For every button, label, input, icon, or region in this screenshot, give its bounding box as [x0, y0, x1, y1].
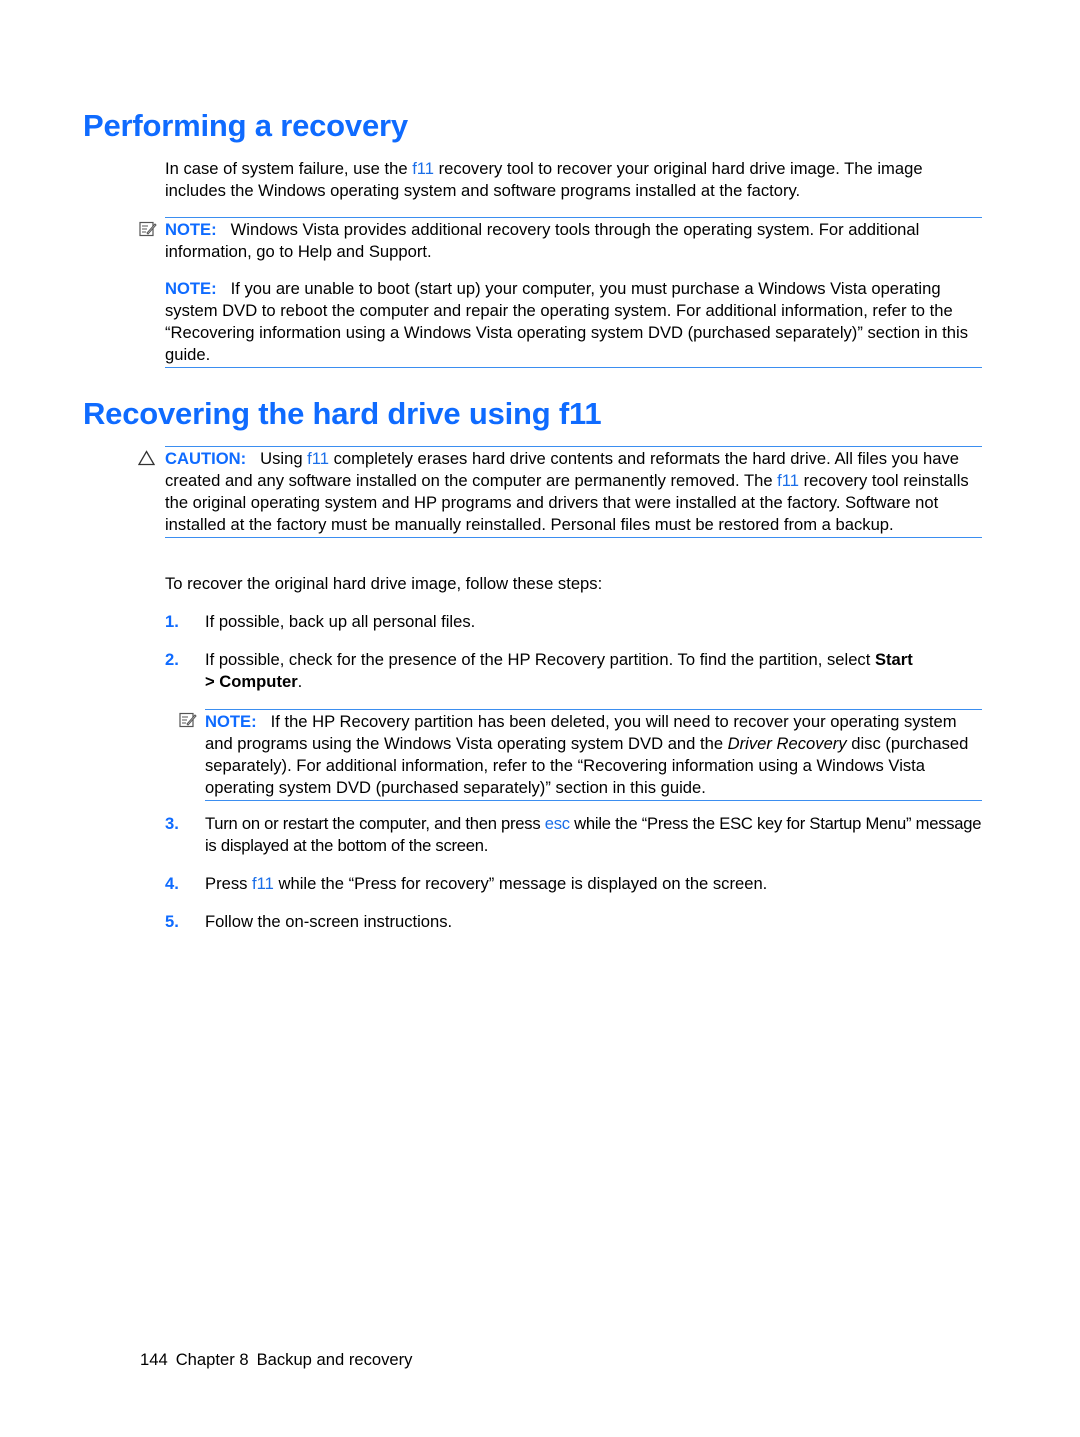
note-1: NOTE: Windows Vista provides additional r…	[165, 217, 982, 263]
chapter-label: Chapter 8	[175, 1350, 249, 1369]
step-4: Press f11 while the “Press for recovery”…	[205, 873, 983, 895]
section-title-recovering-hard-drive: Recovering the hard drive using f11	[83, 396, 602, 431]
step-2-note: NOTE: If the HP Recovery partition has be…	[205, 709, 982, 801]
intro-text: In case of system failure, use the	[165, 159, 413, 178]
caution-box: CAUTION: Using f11 completely erases hard…	[165, 446, 982, 538]
f11-key: f11	[777, 471, 800, 490]
step-5: Follow the on-screen instructions.	[205, 912, 453, 931]
note-2: NOTE: If you are unable to boot (start up…	[165, 278, 982, 368]
start-menu-ref: Start	[874, 650, 913, 669]
f11-key: f11	[252, 874, 274, 893]
note-text: If you are unable to boot (start up) you…	[165, 279, 969, 364]
section-title-performing-recovery: Performing a recovery	[83, 108, 408, 143]
note-label: NOTE:	[165, 279, 217, 298]
step-text: Turn on or restart the computer, and the…	[205, 814, 545, 833]
step-text: while the “Press for recovery” message i…	[273, 874, 768, 893]
step-text: .	[297, 672, 303, 691]
chapter-title: Backup and recovery	[256, 1350, 413, 1369]
note-text: Windows Vista provides additional recove…	[165, 220, 920, 261]
step-2: If possible, check for the presence of t…	[205, 649, 983, 693]
caution-text: Using	[260, 449, 308, 468]
caution-label: CAUTION:	[165, 449, 247, 468]
note-label: NOTE:	[205, 712, 257, 731]
driver-recovery-ref: Driver Recovery	[727, 734, 847, 753]
step-3: Turn on or restart the computer, and the…	[205, 813, 983, 857]
computer-ref: > Computer	[205, 672, 298, 691]
step-number: 1.	[165, 612, 179, 631]
steps-intro: To recover the original hard drive image…	[165, 574, 603, 593]
caution-triangle-icon	[137, 450, 156, 471]
note-label: NOTE:	[165, 220, 217, 239]
step-1: If possible, back up all personal files.	[205, 612, 476, 631]
step-number: 2.	[165, 650, 179, 669]
f11-key: f11	[307, 449, 330, 468]
intro-paragraph: In case of system failure, use the f11 r…	[165, 158, 983, 202]
step-text: Press	[205, 874, 253, 893]
f11-key: f11	[412, 159, 435, 178]
esc-key: esc	[544, 814, 570, 833]
step-number: 5.	[165, 912, 179, 931]
page-footer: 144 Chapter 8 Backup and recovery	[140, 1350, 420, 1370]
page-number: 144	[140, 1350, 168, 1369]
step-text: If possible, check for the presence of t…	[205, 650, 875, 669]
note-icon	[139, 221, 157, 242]
step-number: 3.	[165, 814, 179, 833]
note-icon	[179, 712, 197, 733]
step-number: 4.	[165, 874, 179, 893]
